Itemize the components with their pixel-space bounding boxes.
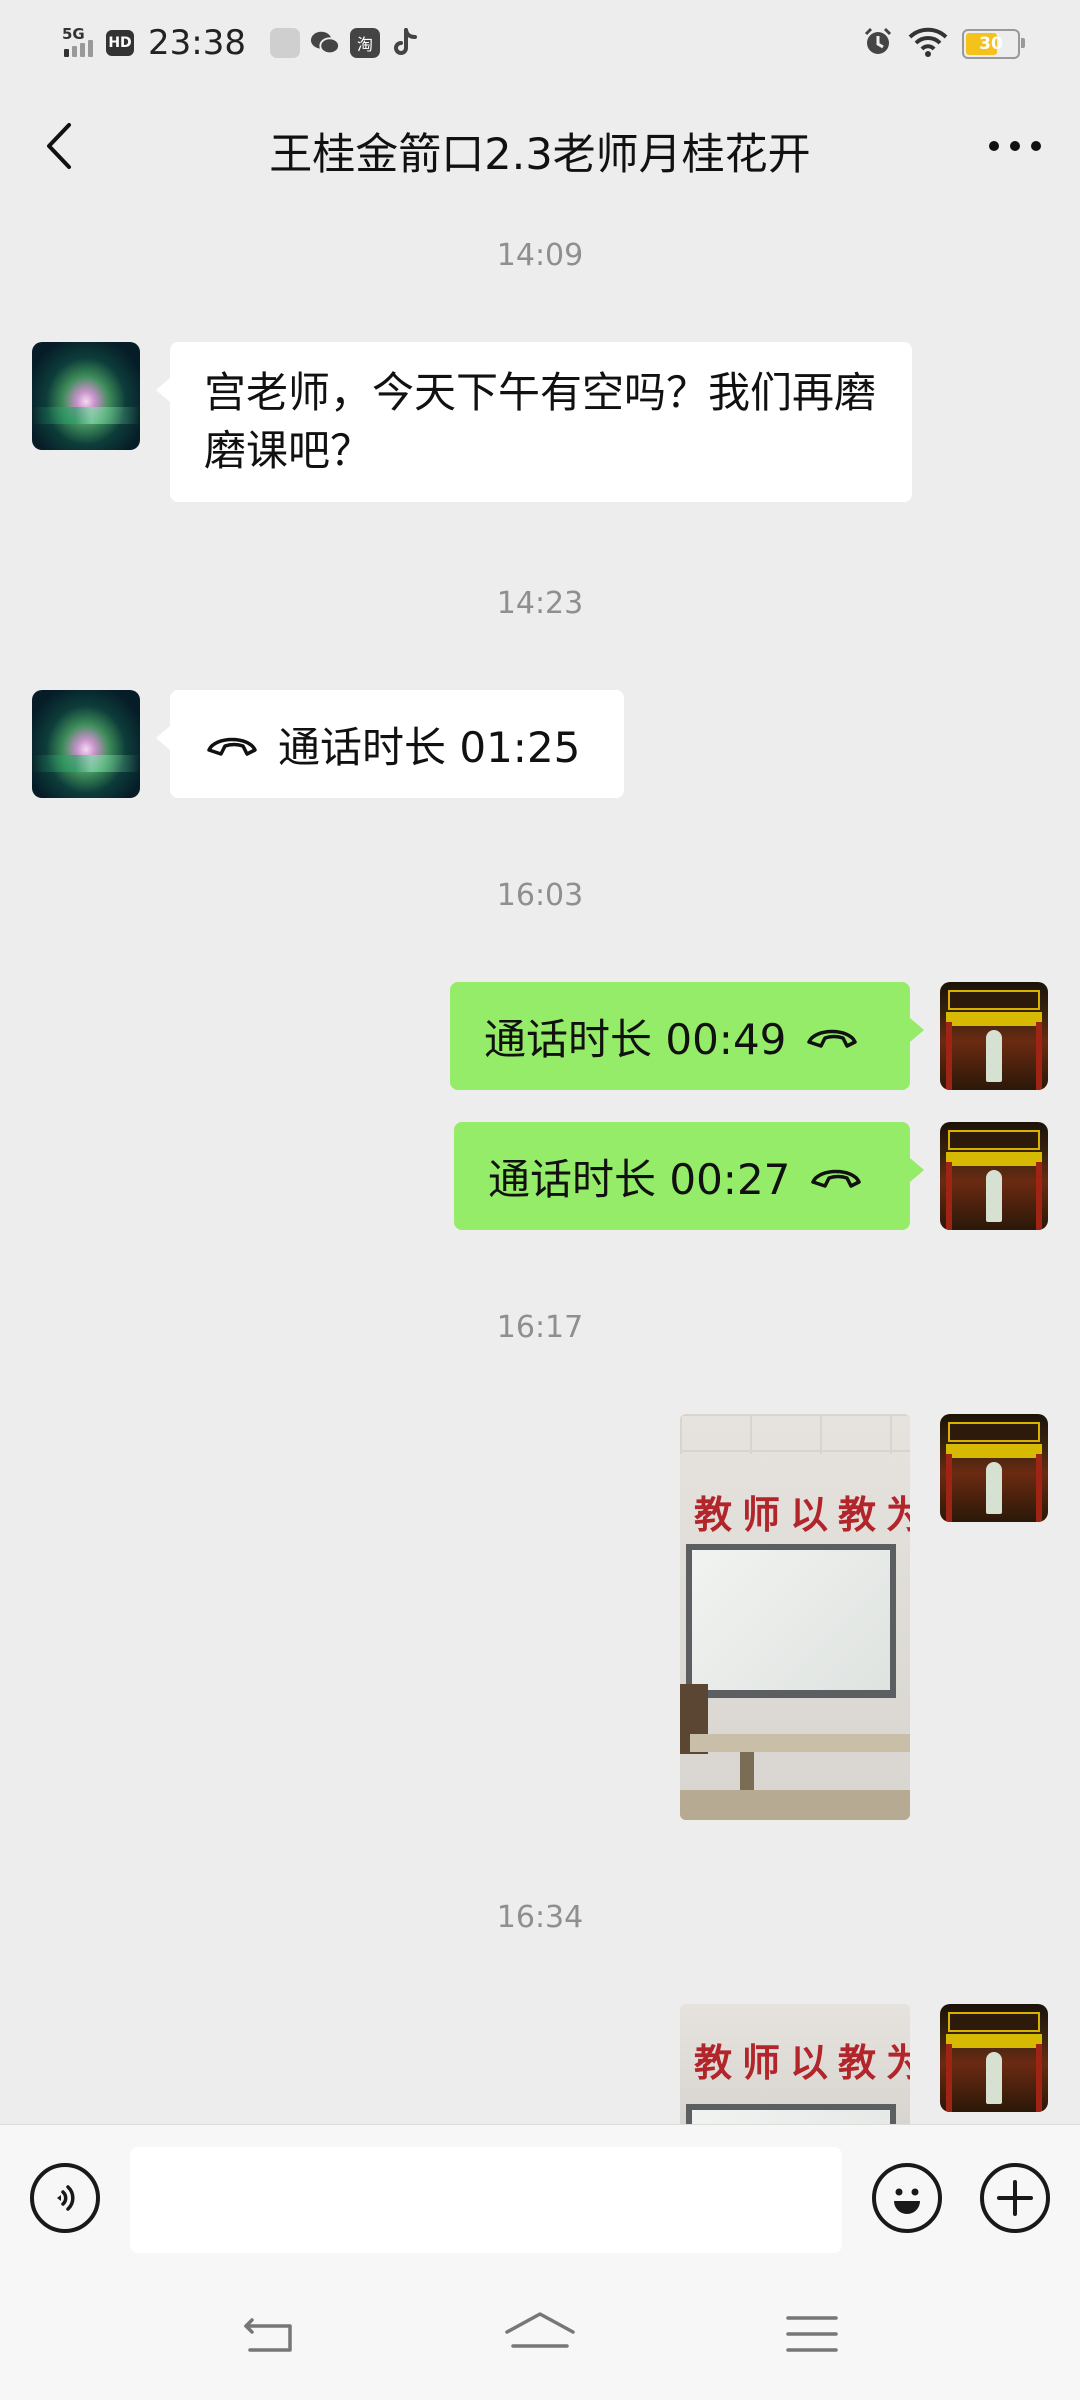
- nav-home-icon: [505, 2312, 575, 2348]
- input-bar: [0, 2124, 1080, 2271]
- nav-menu-icon: [786, 2316, 838, 2352]
- alarm-icon: [862, 26, 894, 62]
- battery-icon: 30: [962, 29, 1025, 59]
- more-dots-icon: [989, 141, 1041, 151]
- tiktok-notify-icon: [390, 28, 420, 58]
- voice-button[interactable]: [30, 2163, 100, 2233]
- contact-avatar[interactable]: [32, 690, 140, 798]
- timestamp: 14:09: [496, 238, 584, 273]
- gallery-notify-icon: [269, 28, 300, 58]
- status-bar: 5G HD 23:38 淘 30: [0, 0, 1080, 84]
- timestamp: 14:23: [496, 586, 584, 621]
- photo-slogan: 教师以教为: [694, 2040, 910, 2085]
- chevron-left-icon: [47, 123, 71, 169]
- nav-home-button[interactable]: [500, 2304, 580, 2364]
- chat-header: 王桂金箭口2.3老师月桂花开: [0, 84, 1080, 214]
- nav-back-icon: [244, 2318, 292, 2352]
- my-avatar[interactable]: [940, 2004, 1048, 2112]
- timestamp: 16:03: [496, 878, 584, 913]
- wifi-icon: [908, 26, 948, 62]
- image-message[interactable]: 教师以教为: [680, 2004, 910, 2124]
- more-button[interactable]: [980, 116, 1050, 176]
- voice-icon: [57, 2185, 75, 2211]
- hd-icon: HD: [106, 30, 134, 56]
- battery-level: 30: [979, 34, 1003, 54]
- status-right: 30: [862, 22, 1025, 66]
- timestamp: 16:34: [496, 1900, 584, 1935]
- whiteboard-image: [686, 2104, 896, 2124]
- phone-hangup-icon: [804, 1021, 860, 1051]
- system-nav-bar: [0, 2270, 1080, 2400]
- call-duration: 通话时长 00:49: [484, 1014, 787, 1064]
- my-avatar[interactable]: [940, 1122, 1048, 1230]
- call-record-outgoing[interactable]: 通话时长 00:49: [450, 982, 924, 1090]
- call-record-incoming[interactable]: 通话时长 01:25: [156, 690, 624, 798]
- status-time: 23:38: [148, 23, 246, 63]
- taobao-notify-icon: 淘: [349, 28, 380, 58]
- status-left: 5G HD 23:38 淘: [62, 18, 420, 68]
- emoji-icon: [894, 2188, 920, 2214]
- back-button[interactable]: [30, 116, 90, 176]
- message-input[interactable]: [130, 2147, 842, 2253]
- whiteboard-image: [686, 1544, 896, 1698]
- timestamp: 16:17: [496, 1310, 584, 1345]
- nav-recents-button[interactable]: [772, 2304, 852, 2364]
- emoji-button[interactable]: [872, 2163, 942, 2233]
- signal-icon: 5G: [62, 23, 96, 63]
- add-button[interactable]: [980, 2163, 1050, 2233]
- message-bubble-incoming[interactable]: 宫老师，今天下午有空吗？我们再磨磨课吧？: [156, 342, 912, 502]
- photo-slogan: 教师以教为: [694, 1492, 910, 1537]
- plus-icon: [997, 2180, 1033, 2216]
- nav-back-button[interactable]: [230, 2304, 310, 2364]
- call-duration: 通话时长 00:27: [488, 1154, 791, 1204]
- phone-hangup-icon: [204, 729, 260, 759]
- my-avatar[interactable]: [940, 982, 1048, 1090]
- call-duration: 通话时长 01:25: [278, 722, 581, 772]
- call-record-outgoing[interactable]: 通话时长 00:27: [454, 1122, 924, 1230]
- wechat-notify-icon: [310, 28, 340, 58]
- chat-title: 王桂金箭口2.3老师月桂花开: [269, 130, 811, 180]
- phone-hangup-icon: [808, 1161, 864, 1191]
- image-message[interactable]: 教师以教为: [680, 1414, 910, 1820]
- contact-avatar[interactable]: [32, 342, 140, 450]
- message-text: 宫老师，今天下午有空吗？我们再磨磨课吧？: [204, 368, 877, 475]
- my-avatar[interactable]: [940, 1414, 1048, 1522]
- network-type: 5G: [62, 25, 85, 43]
